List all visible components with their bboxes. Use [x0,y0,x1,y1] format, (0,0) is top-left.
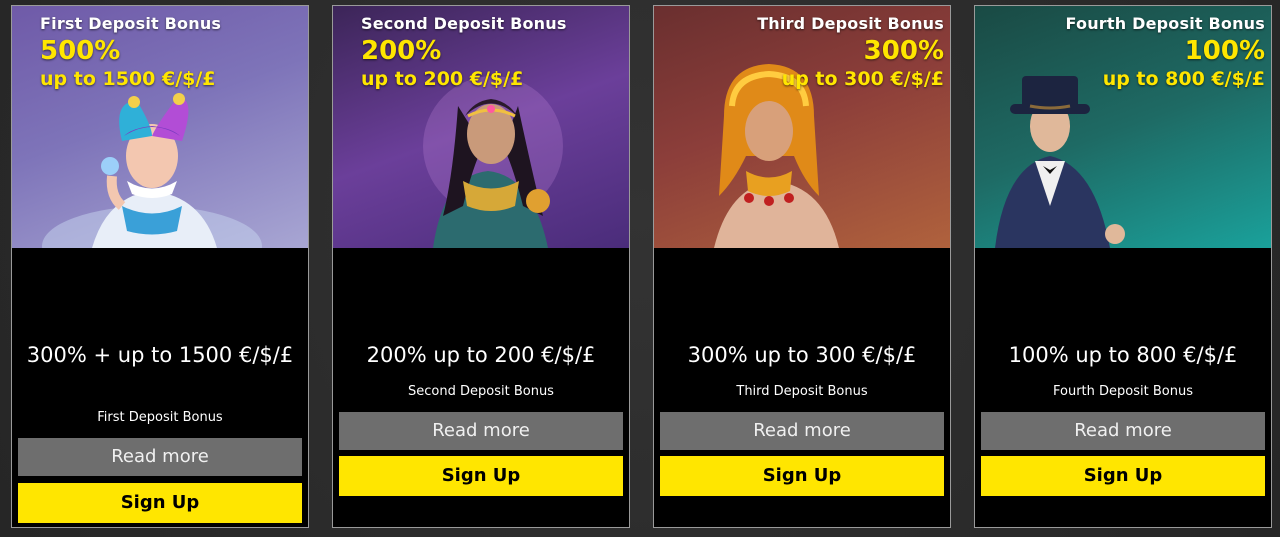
hero-upto: up to 300 €/$/£ [781,68,944,90]
hero-percent: 500% [40,36,121,66]
sign-up-button[interactable]: Sign Up [18,483,302,523]
read-more-button[interactable]: Read more [18,438,302,476]
bonus-card-third: Third Deposit Bonus 300% up to 300 €/$/£… [653,5,951,528]
hero-title: Fourth Deposit Bonus [1065,14,1265,33]
bonus-card-body: 100% up to 800 €/$/£ Fourth Deposit Bonu… [975,248,1271,527]
hero-percent: 200% [361,36,442,66]
read-more-button[interactable]: Read more [660,412,944,450]
hero-upto: up to 200 €/$/£ [361,68,524,90]
hero-title: First Deposit Bonus [40,14,222,33]
read-more-button[interactable]: Read more [339,412,623,450]
bonus-card-first: First Deposit Bonus 500% up to 1500 €/$/… [11,5,309,528]
bonus-hero-banner: First Deposit Bonus 500% up to 1500 €/$/… [12,6,308,248]
hero-percent: 300% [863,36,944,66]
hero-upto: up to 1500 €/$/£ [40,68,216,90]
offer-subtitle: First Deposit Bonus [97,410,223,425]
offer-text: 300% + up to 1500 €/$/£ [26,343,294,367]
sign-up-button[interactable]: Sign Up [339,456,623,496]
sign-up-button[interactable]: Sign Up [660,456,944,496]
offer-subtitle: Third Deposit Bonus [736,384,868,399]
offer-subtitle: Second Deposit Bonus [408,384,554,399]
hero-upto: up to 800 €/$/£ [1102,68,1265,90]
bonus-page: First Deposit Bonus 500% up to 1500 €/$/… [0,0,1280,537]
offer-text: 200% up to 200 €/$/£ [366,343,596,367]
hero-title: Third Deposit Bonus [757,14,944,33]
sign-up-button[interactable]: Sign Up [981,456,1265,496]
bonus-card-body: 200% up to 200 €/$/£ Second Deposit Bonu… [333,248,629,527]
hero-title: Second Deposit Bonus [361,14,567,33]
read-more-button[interactable]: Read more [981,412,1265,450]
offer-text: 100% up to 800 €/$/£ [1008,343,1238,367]
bonus-card-body: 300% up to 300 €/$/£ Third Deposit Bonus… [654,248,950,527]
bonus-card-fourth: Fourth Deposit Bonus 100% up to 800 €/$/… [974,5,1272,528]
bonus-hero-banner: Third Deposit Bonus 300% up to 300 €/$/£ [654,6,950,248]
offer-text: 300% up to 300 €/$/£ [687,343,917,367]
bonus-card-second: Second Deposit Bonus 200% up to 200 €/$/… [332,5,630,528]
bonus-hero-banner: Second Deposit Bonus 200% up to 200 €/$/… [333,6,629,248]
bonus-card-body: 300% + up to 1500 €/$/£ First Deposit Bo… [12,248,308,527]
bonus-hero-banner: Fourth Deposit Bonus 100% up to 800 €/$/… [975,6,1271,248]
hero-percent: 100% [1184,36,1265,66]
offer-subtitle: Fourth Deposit Bonus [1053,384,1193,399]
